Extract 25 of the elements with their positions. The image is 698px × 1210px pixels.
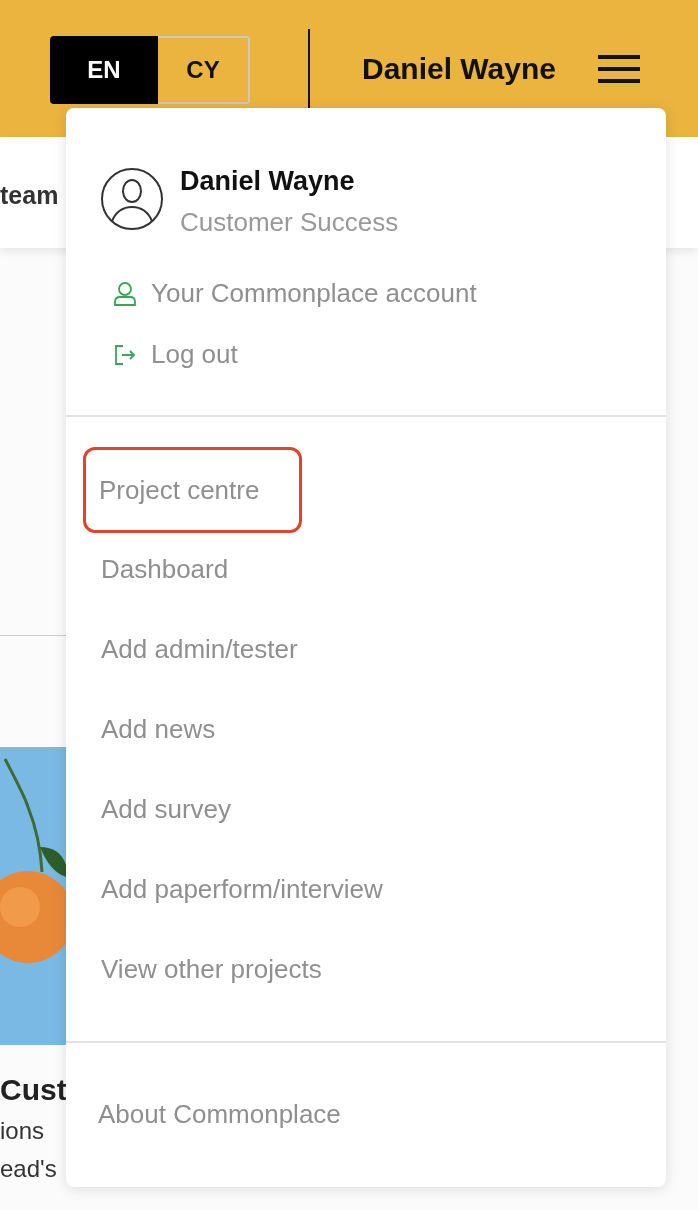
language-tab[interactable]: EN [50,35,158,104]
menu-item[interactable]: Dashboard [83,551,232,588]
card-title: Cust [0,1073,68,1107]
card-text: ions [0,1117,46,1145]
link-label: Log out [151,339,238,370]
profile-role: Customer Success [180,207,399,238]
user-name: Daniel Wayne [362,51,556,86]
menu-item[interactable]: View other projects [83,951,325,988]
menu-item[interactable]: Add survey [83,791,235,828]
menu-item[interactable]: Add paperform/interview [83,871,386,908]
menu-item[interactable]: Add admin/tester [83,631,301,668]
account-link[interactable]: Your Commonplace account [113,278,666,309]
menu-item[interactable]: About Commonplace [98,1099,341,1129]
tab-label[interactable]: team [0,181,59,210]
menu-item[interactable]: Add news [83,711,219,748]
avatar-icon [100,167,164,231]
menu-item[interactable]: Project centre [83,447,303,533]
user-icon [113,280,137,307]
profile-name: Daniel Wayne [180,166,356,197]
logout-icon [113,342,137,367]
card-text: ead's [0,1155,58,1183]
link-label: Your Commonplace account [151,278,477,309]
language-tab[interactable]: CY [158,35,250,104]
logout-link[interactable]: Log out [113,339,666,370]
menu-icon[interactable] [598,53,640,84]
